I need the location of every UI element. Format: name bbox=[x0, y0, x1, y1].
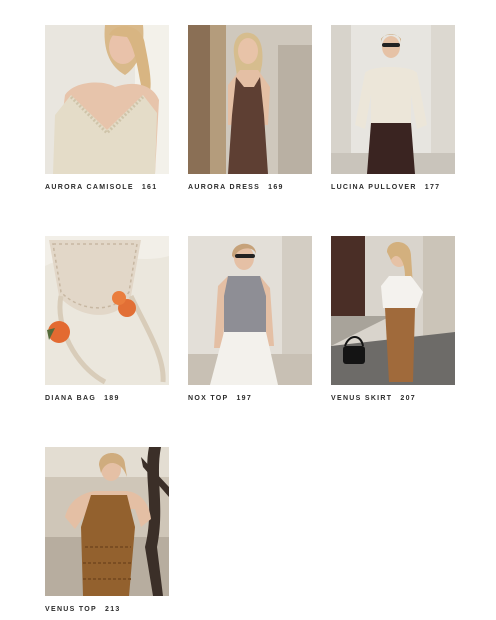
pattern-name: AURORA DRESS bbox=[188, 184, 261, 191]
photo-woman-grey-top bbox=[188, 236, 312, 385]
page-number: 161 bbox=[141, 184, 158, 191]
pattern-name: NOX TOP bbox=[188, 395, 229, 402]
pattern-name: VENUS SKIRT bbox=[331, 395, 393, 402]
page-number: 177 bbox=[424, 184, 441, 191]
photo-woman-brown-dress bbox=[188, 25, 312, 174]
photo-woman-tan-top bbox=[45, 447, 169, 596]
page-number: 213 bbox=[105, 606, 121, 613]
page-number: 169 bbox=[268, 184, 284, 191]
pattern-caption: DIANA BAG 189 bbox=[45, 395, 120, 402]
pattern-name: VENUS TOP bbox=[45, 606, 98, 613]
pattern-caption: VENUS SKIRT 207 bbox=[331, 395, 416, 402]
page-number: 197 bbox=[236, 395, 253, 402]
photo-lace-bag-with-oranges bbox=[45, 236, 169, 385]
pattern-name: LUCINA PULLOVER bbox=[331, 184, 417, 191]
pattern-name: DIANA BAG bbox=[45, 395, 97, 402]
pattern-caption: LUCINA PULLOVER 177 bbox=[331, 184, 440, 191]
page-number: 207 bbox=[400, 395, 416, 402]
pattern-caption: NOX TOP 197 bbox=[188, 395, 252, 402]
page-number: 189 bbox=[104, 395, 120, 402]
photo-woman-cream-pullover bbox=[331, 25, 455, 174]
photo-woman-tan-skirt bbox=[331, 236, 455, 385]
pattern-caption: AURORA DRESS 169 bbox=[188, 184, 284, 191]
photo-woman-cream-camisole bbox=[45, 25, 169, 174]
pattern-caption: VENUS TOP 213 bbox=[45, 606, 121, 613]
pattern-caption: AURORA CAMISOLE 161 bbox=[45, 184, 157, 191]
pattern-name: AURORA CAMISOLE bbox=[45, 184, 134, 191]
